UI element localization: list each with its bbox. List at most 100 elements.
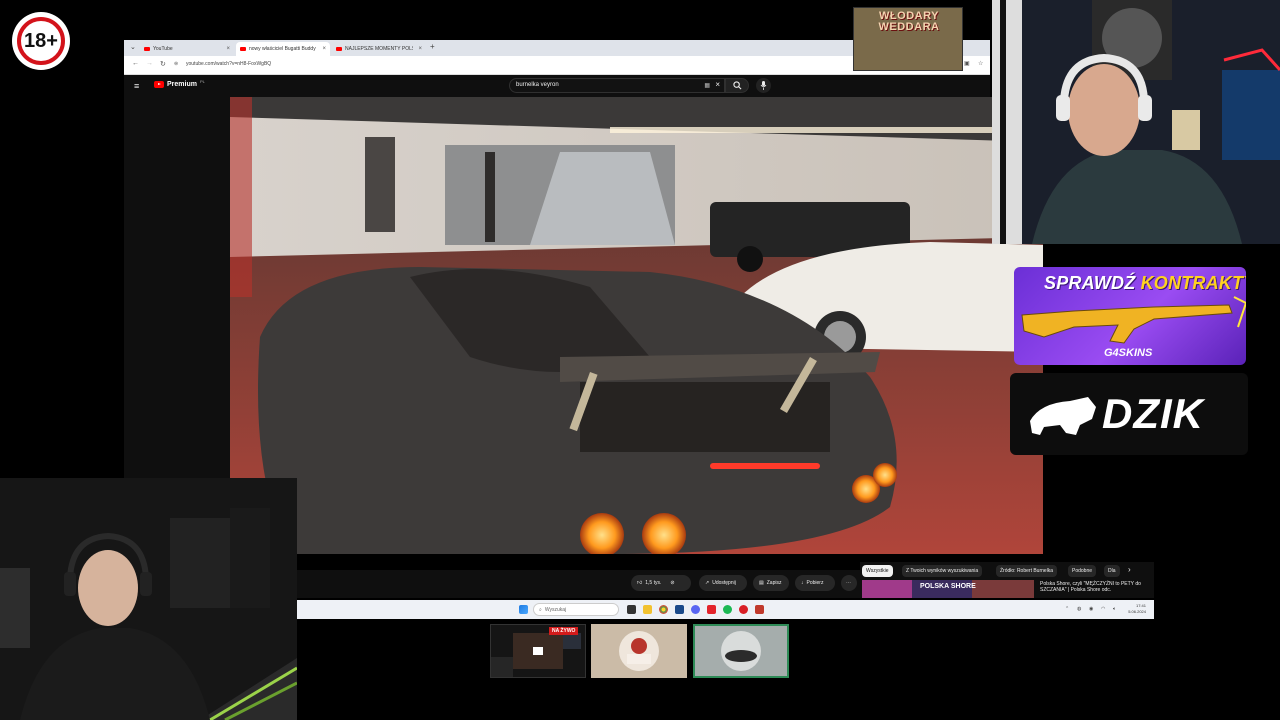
start-windows-icon[interactable] <box>519 605 528 614</box>
clear-search-icon[interactable]: × <box>715 80 720 89</box>
new-tab-button[interactable]: + <box>430 42 435 51</box>
age-rating-label: 18+ <box>17 17 65 65</box>
tab-youtube[interactable]: YouTube × <box>140 42 234 56</box>
scene-preview <box>695 626 787 676</box>
streamer-webcam-bottom <box>0 478 297 720</box>
taskbar-clock[interactable]: 17:41 5.06.2024 <box>1128 603 1146 615</box>
file-explorer-icon[interactable] <box>643 605 652 614</box>
garage-car-scene <box>230 97 1043 554</box>
more-actions-button[interactable]: ⋯ <box>841 575 857 591</box>
bookmark-star-icon[interactable]: ☆ <box>978 60 983 67</box>
hamburger-menu-icon[interactable]: ≡ <box>134 81 139 91</box>
taskbar-search-placeholder: Wyszukaj <box>544 606 567 613</box>
close-tab-icon[interactable]: × <box>322 46 326 52</box>
chip-all[interactable]: Wszystkie <box>862 565 893 577</box>
task-view-icon[interactable] <box>627 605 636 614</box>
site-info-icon[interactable]: ⊜ <box>174 61 178 67</box>
live-badge: NA ŻYWO <box>549 627 579 635</box>
clock-date: 5.06.2024 <box>1128 609 1146 614</box>
recommendation-thumbnail[interactable]: POLSKA SHORE <box>862 580 1034 598</box>
tray-volume-icon[interactable]: 🔈︎ <box>1113 606 1116 612</box>
age-rating-badge: 18+ <box>12 12 70 70</box>
wlodary-overlay-image: WŁODARY WEDDARA <box>853 7 963 71</box>
search-icon: ⌕ <box>539 606 542 613</box>
taskbar-search-input[interactable]: ⌕ Wyszukaj <box>533 603 619 616</box>
save-label: Zapisz <box>766 580 782 586</box>
share-icon: ↗ <box>705 580 710 586</box>
search-button[interactable] <box>725 78 749 93</box>
logo-region: PL <box>199 79 205 84</box>
close-tab-icon[interactable]: × <box>226 46 230 52</box>
microphone-icon <box>760 81 767 90</box>
search-query: burnelka veyron <box>516 82 559 88</box>
thumbs-down-icon[interactable]: ⊘ <box>670 580 674 586</box>
download-icon: ↓ <box>801 580 804 586</box>
spotify-icon[interactable] <box>723 605 732 614</box>
recommendation-title[interactable]: Polska Shore, czyli "MĘŻCZYŹNI to PETY d… <box>1040 581 1150 593</box>
chevron-right-icon[interactable]: › <box>1128 565 1131 574</box>
tray-chevron-icon[interactable]: ⌃ <box>1065 606 1069 612</box>
search-icon <box>732 81 741 90</box>
tab-label: nowy właściciel Bugatti Buddy <box>249 46 316 52</box>
save-button[interactable]: ▤ Zapisz <box>753 575 789 591</box>
windows-taskbar: ⌕ Wyszukaj ⌃ ◍ ◉ ◠ 🔈︎ 17:41 5.06.2024 <box>297 600 1154 619</box>
dzik-sponsor-banner: DZIK <box>1010 373 1248 455</box>
download-button[interactable]: ↓ Pobierz <box>795 575 835 591</box>
youtube-premium-logo[interactable]: Premium PL <box>154 79 205 88</box>
forward-arrow-icon[interactable]: → <box>146 60 153 67</box>
chrome-icon[interactable] <box>659 605 668 614</box>
youtube-masthead: ≡ Premium PL burnelka veyron ▦ × <box>124 75 990 97</box>
chip-source-channel[interactable]: Źródło: Robert Burnelka <box>996 565 1058 577</box>
extensions-icon[interactable]: ▣ <box>964 60 970 67</box>
chip-related[interactable]: Podobne <box>1068 565 1097 577</box>
youtube-play-icon <box>154 81 164 88</box>
chip-from-your-search[interactable]: Z Twoich wyników wyszukiwania <box>902 565 983 577</box>
reload-icon[interactable]: ↻ <box>160 60 166 68</box>
like-count: 1,5 tys. <box>645 580 662 586</box>
save-playlist-icon: ▤ <box>759 580 764 586</box>
youtube-favicon-icon <box>240 47 246 51</box>
voice-search-button[interactable] <box>756 78 771 93</box>
tab-najlepsze-momenty[interactable]: NAJLEPSZE MOMENTY POLSKI × <box>332 42 426 56</box>
streamer-webcam-top <box>992 0 1280 244</box>
share-label: Udostępnij <box>712 580 736 586</box>
app-icon-red[interactable] <box>707 605 716 614</box>
overlay-title: WŁODARY WEDDARA <box>854 11 962 33</box>
g4-brand-label: G4SKINS <box>1104 347 1153 359</box>
discord-icon[interactable] <box>691 605 700 614</box>
tab-search-chevron-icon[interactable]: ⌄ <box>130 43 136 51</box>
overlay-title-line-2: WEDDARA <box>878 21 940 33</box>
back-arrow-icon[interactable]: ← <box>132 60 139 67</box>
app-icon-red-2[interactable] <box>755 605 764 614</box>
scene-thumbnail-3[interactable] <box>693 624 789 678</box>
tray-app-icon[interactable]: ◉ <box>1089 606 1093 612</box>
tray-network-icon[interactable]: ◍ <box>1077 606 1081 612</box>
more-dots-icon: ⋯ <box>846 580 851 586</box>
steam-icon[interactable] <box>675 605 684 614</box>
recommendations-panel: Wszystkie Z Twoich wyników wyszukiwania … <box>860 562 1154 598</box>
tab-label: NAJLEPSZE MOMENTY POLSKI <box>345 46 413 52</box>
tab-bugatti-video[interactable]: nowy właściciel Bugatti Buddy × <box>236 42 330 56</box>
tray-wifi-icon[interactable]: ◠ <box>1101 606 1105 612</box>
webcam-feed <box>0 478 297 720</box>
thumbs-up-icon[interactable]: 👍︎ <box>637 580 642 586</box>
obs-record-icon[interactable] <box>739 605 748 614</box>
video-player[interactable] <box>230 97 1043 554</box>
logo-text: Premium <box>167 81 197 88</box>
chip-for-you[interactable]: Dla <box>1104 565 1120 577</box>
download-label: Pobierz <box>806 580 824 586</box>
g4skins-sponsor-banner: SPRAWDŹ KONTRAKTY! G4SKINS <box>1014 267 1246 365</box>
close-tab-icon[interactable]: × <box>418 46 422 52</box>
video-action-bar: 👍︎ 1,5 tys. ⊘ ↗ Udostępnij ▤ Zapisz ↓ Po… <box>297 570 860 598</box>
url-field[interactable]: youtube.com/watch?v=nH8-FoxWgBQ <box>186 61 271 67</box>
like-dislike-group[interactable]: 👍︎ 1,5 tys. ⊘ <box>631 575 691 591</box>
keyboard-icon[interactable]: ▦ <box>704 82 710 89</box>
share-button[interactable]: ↗ Udostępnij <box>699 575 747 591</box>
dzik-brand-text: DZIK <box>1102 390 1204 437</box>
search-input[interactable]: burnelka veyron ▦ × <box>509 78 725 93</box>
youtube-favicon-icon <box>144 47 150 51</box>
youtube-favicon-icon <box>336 47 342 51</box>
tab-label: YouTube <box>153 46 173 52</box>
thumbnail-text: POLSKA SHORE <box>920 583 976 590</box>
scene-thumbnail-2[interactable] <box>591 624 687 678</box>
